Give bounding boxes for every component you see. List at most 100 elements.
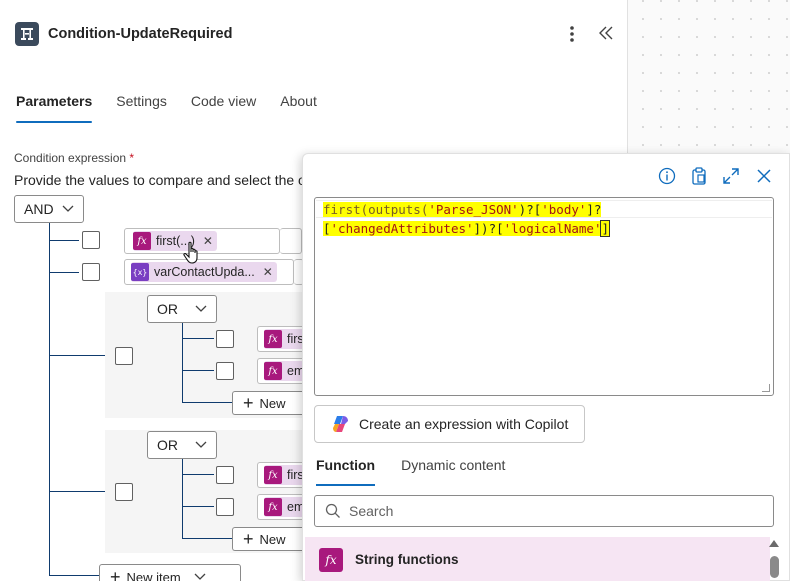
group-checkbox[interactable]: [115, 347, 133, 365]
search-input[interactable]: [349, 503, 749, 519]
chevron-down-icon: [61, 201, 75, 215]
left-operand-field[interactable]: {x} varContactUpda... ✕: [124, 259, 294, 285]
row-checkbox[interactable]: [216, 362, 234, 380]
variable-token[interactable]: {x} varContactUpda... ✕: [131, 262, 277, 282]
tree-line: [49, 491, 105, 492]
group-checkbox[interactable]: [115, 483, 133, 501]
code-punct: [: [323, 221, 331, 236]
new-item-label: New item: [126, 569, 181, 581]
row-checkbox[interactable]: [82, 263, 100, 281]
tree-line: [182, 323, 183, 403]
new-item-button[interactable]: + New item: [99, 564, 241, 581]
code-punct: )?[: [518, 202, 542, 217]
tree-line: [182, 474, 214, 475]
condition-hint: Provide the values to compare and select…: [14, 172, 306, 188]
remove-token-icon[interactable]: ✕: [263, 265, 273, 279]
tab-settings[interactable]: Settings: [116, 93, 167, 123]
expression-code: first(outputs('Parse_JSON')?['body']? ['…: [323, 200, 610, 238]
new-button-label: New: [259, 395, 286, 411]
code-string: 'logicalName': [503, 221, 602, 236]
tab-function[interactable]: Function: [316, 457, 376, 486]
copilot-icon: [333, 416, 348, 432]
token-label: varContactUpda...: [154, 265, 255, 279]
function-icon: fx: [133, 232, 151, 250]
panel-title: Condition-UpdateRequired: [48, 26, 233, 42]
plus-icon: +: [243, 393, 254, 413]
group-operator-value: OR: [157, 301, 178, 317]
variable-icon: {x}: [131, 263, 149, 281]
code-punct: ]: [600, 220, 610, 237]
tab-about[interactable]: About: [280, 93, 317, 123]
plus-icon: +: [243, 529, 254, 549]
tree-line: [49, 240, 79, 241]
left-operand-field[interactable]: fx em: [257, 494, 308, 520]
new-button-label: New: [259, 531, 286, 547]
code-string: 'body': [541, 202, 587, 217]
row-checkbox[interactable]: [216, 330, 234, 348]
code-string: 'changedAttributes': [330, 221, 474, 236]
row-checkbox[interactable]: [216, 466, 234, 484]
root-operator-value: AND: [24, 201, 54, 217]
chevron-down-icon: [193, 569, 207, 581]
group-operator-value: OR: [157, 437, 178, 453]
tree-line: [182, 402, 232, 403]
more-vertical-icon[interactable]: [564, 24, 580, 44]
tree-line: [182, 370, 214, 371]
function-icon: fx: [264, 362, 282, 380]
row-checkbox[interactable]: [216, 498, 234, 516]
hand-cursor-icon: [183, 241, 203, 268]
left-operand-field[interactable]: fx firs: [257, 462, 308, 488]
collapse-double-chevron-icon[interactable]: [598, 22, 618, 44]
group-new-button[interactable]: + New: [232, 391, 307, 415]
scrollbar-thumb[interactable]: [770, 556, 779, 578]
tree-line: [49, 223, 50, 575]
close-icon[interactable]: [754, 166, 776, 188]
scroll-up-arrow-icon[interactable]: [769, 540, 779, 547]
group-new-button[interactable]: + New: [232, 527, 307, 551]
expression-editor-popup: first(outputs('Parse_JSON')?['body']? ['…: [302, 153, 790, 581]
expression-editor[interactable]: first(outputs('Parse_JSON')?['body']? ['…: [314, 197, 774, 396]
tree-line: [49, 575, 99, 576]
tab-parameters[interactable]: Parameters: [16, 93, 93, 123]
code-punct: ])?[: [473, 221, 504, 236]
required-mark: *: [129, 151, 135, 165]
code-fn: first(outputs(: [323, 202, 429, 217]
left-operand-field[interactable]: fx firs: [257, 326, 308, 352]
panel-tabs: Parameters Settings Code view About: [16, 93, 341, 123]
tree-line: [182, 459, 183, 539]
remove-token-icon[interactable]: ✕: [203, 234, 213, 248]
tab-code-view[interactable]: Code view: [191, 93, 256, 123]
function-group-string[interactable]: fx String functions: [305, 537, 770, 581]
tree-line: [182, 506, 214, 507]
group-operator-select[interactable]: OR: [147, 295, 217, 323]
expression-token[interactable]: fx first(...) ✕: [133, 231, 217, 251]
plus-icon: +: [110, 567, 121, 581]
tree-line: [49, 355, 105, 356]
function-search-box[interactable]: [314, 495, 774, 527]
code-punct: ]?: [586, 202, 602, 217]
condition-expression-label: Condition expression *: [14, 151, 135, 165]
function-icon: fx: [319, 547, 343, 572]
tab-dynamic-content[interactable]: Dynamic content: [401, 457, 505, 486]
root-operator-select[interactable]: AND: [14, 195, 84, 223]
function-icon: fx: [264, 330, 282, 348]
function-icon: fx: [264, 498, 282, 516]
info-icon[interactable]: [657, 166, 679, 188]
chevron-down-icon: [194, 437, 208, 451]
chevron-down-icon: [194, 301, 208, 315]
row-checkbox[interactable]: [82, 231, 100, 249]
copilot-label: Create an expression with Copilot: [359, 416, 569, 432]
expand-icon[interactable]: [721, 166, 743, 188]
tree-line: [49, 272, 79, 273]
condition-action-icon: [15, 22, 39, 46]
popup-tabs: Function Dynamic content: [316, 457, 531, 486]
code-string: 'Parse_JSON': [428, 202, 519, 217]
left-operand-field[interactable]: fx em: [257, 358, 308, 384]
tree-line: [182, 338, 214, 339]
resize-handle[interactable]: [762, 384, 770, 392]
copilot-expression-button[interactable]: Create an expression with Copilot: [314, 405, 585, 443]
clipboard-icon[interactable]: [689, 166, 711, 188]
function-group-label: String functions: [355, 552, 459, 567]
operator-field[interactable]: [280, 228, 302, 254]
group-operator-select[interactable]: OR: [147, 431, 217, 459]
